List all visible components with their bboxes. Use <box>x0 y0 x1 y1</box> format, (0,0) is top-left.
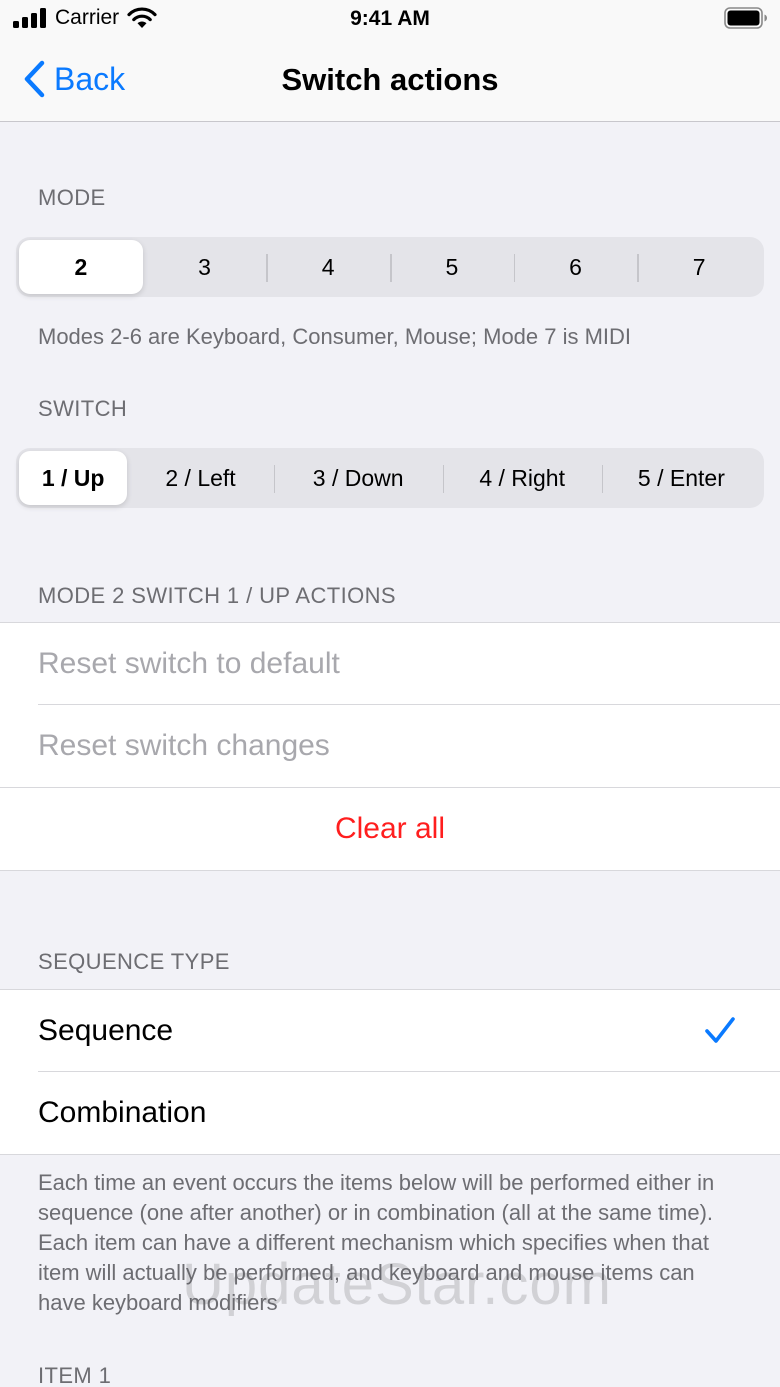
mode-segmented-control: 2 3 4 5 6 7 <box>16 237 764 297</box>
combination-option-label: Combination <box>38 1096 207 1129</box>
page-title: Switch actions <box>281 62 499 97</box>
mode-segment-2[interactable]: 2 <box>19 240 143 294</box>
checkmark-icon <box>705 1017 735 1043</box>
mode-segment-5[interactable]: 5 <box>390 240 514 294</box>
mode-segment-6[interactable]: 6 <box>513 240 638 294</box>
sequence-option[interactable]: Sequence <box>0 990 780 1072</box>
reset-default-cell[interactable]: Reset switch to default <box>0 623 780 705</box>
combination-option[interactable]: Combination <box>0 1072 780 1154</box>
mode-segment-3[interactable]: 3 <box>143 240 267 294</box>
mode-footnote: Modes 2-6 are Keyboard, Consumer, Mouse;… <box>38 324 632 349</box>
clear-all-group: Clear all <box>0 787 780 871</box>
sequence-type-header: SEQUENCE TYPE <box>38 949 230 974</box>
navigation-bar: Back Switch actions <box>0 40 780 122</box>
item1-header: ITEM 1 <box>38 1363 112 1387</box>
switch-segment-up[interactable]: 1 / Up <box>19 451 128 505</box>
battery-icon <box>724 7 767 29</box>
status-time: 9:41 AM <box>350 7 430 30</box>
sequence-option-label: Sequence <box>38 1014 174 1047</box>
sequence-type-footnote: Each time an event occurs the items belo… <box>38 1170 715 1315</box>
switch-segment-enter[interactable]: 5 / Enter <box>601 451 761 505</box>
actions-header: MODE 2 SWITCH 1 / UP ACTIONS <box>38 583 396 608</box>
switch-segment-left[interactable]: 2 / Left <box>127 451 273 505</box>
mode-segment-7[interactable]: 7 <box>637 240 761 294</box>
mode-segment-4[interactable]: 4 <box>266 240 390 294</box>
switch-segmented-control: 1 / Up 2 / Left 3 / Down 4 / Right 5 / E… <box>16 448 764 508</box>
status-bar: Carrier 9:41 AM <box>0 0 780 40</box>
actions-group: Reset switch to default Reset switch cha… <box>0 622 780 788</box>
switch-header: SWITCH <box>38 396 128 421</box>
sequence-type-group: Sequence Combination <box>0 989 780 1155</box>
clear-all-button[interactable]: Clear all <box>0 788 780 870</box>
mode-header: MODE <box>38 185 106 210</box>
switch-segment-right[interactable]: 4 / Right <box>442 451 602 505</box>
switch-segment-down[interactable]: 3 / Down <box>273 451 443 505</box>
reset-changes-cell[interactable]: Reset switch changes <box>0 705 780 787</box>
